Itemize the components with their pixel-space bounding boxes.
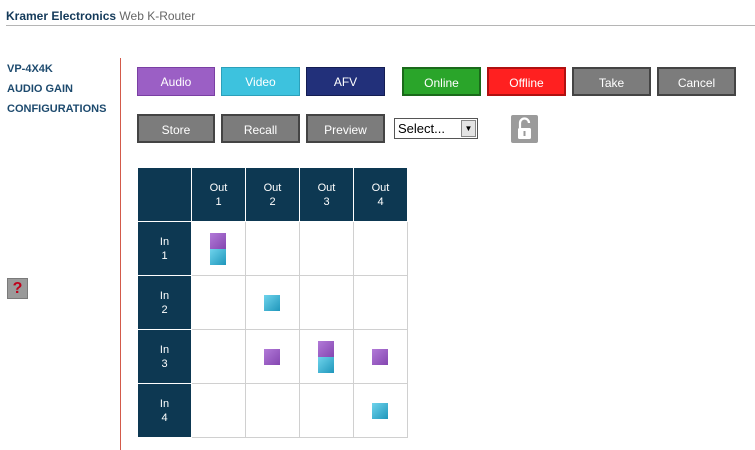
output-header: Out 2: [245, 167, 300, 222]
preview-button[interactable]: Preview: [306, 114, 385, 143]
matrix-corner: [137, 167, 192, 222]
matrix-cell[interactable]: [191, 329, 246, 384]
matrix-cell[interactable]: [353, 383, 408, 438]
header-divider: [6, 25, 755, 26]
sidebar-item-configurations[interactable]: CONFIGURATIONS: [7, 99, 106, 119]
input-header: In 2: [137, 275, 192, 330]
matrix-cell[interactable]: [299, 329, 354, 384]
output-header: Out 3: [299, 167, 354, 222]
video-route-marker: [372, 403, 388, 419]
preset-select-value: Select...: [398, 121, 445, 136]
matrix-cell[interactable]: [353, 221, 408, 276]
cancel-button[interactable]: Cancel: [657, 67, 736, 96]
matrix-cell[interactable]: [299, 275, 354, 330]
app-subtitle: Web K-Router: [119, 9, 196, 23]
video-route-marker: [264, 295, 280, 311]
brand-name: Kramer Electronics: [6, 9, 117, 23]
input-header: In 4: [137, 383, 192, 438]
output-header: Out 1: [191, 167, 246, 222]
matrix-cell[interactable]: [353, 329, 408, 384]
matrix-cell[interactable]: [245, 275, 300, 330]
sidebar-item-audio-gain[interactable]: AUDIO GAIN: [7, 79, 106, 99]
chevron-down-icon[interactable]: ▼: [461, 120, 476, 137]
video-route-marker: [318, 357, 334, 373]
matrix-cell[interactable]: [245, 329, 300, 384]
online-button[interactable]: Online: [402, 67, 481, 96]
store-button[interactable]: Store: [137, 114, 215, 143]
audio-route-marker: [372, 349, 388, 365]
matrix-cell[interactable]: [299, 383, 354, 438]
sidebar: VP-4X4K AUDIO GAIN CONFIGURATIONS: [7, 59, 106, 119]
sidebar-divider: [120, 58, 121, 450]
audio-button[interactable]: Audio: [137, 67, 215, 96]
lock-icon[interactable]: [511, 115, 538, 143]
matrix-cell[interactable]: [245, 383, 300, 438]
output-header: Out 4: [353, 167, 408, 222]
matrix-cell[interactable]: [191, 221, 246, 276]
app-header: Kramer Electronics Web K-Router: [6, 9, 195, 23]
video-route-marker: [210, 249, 226, 265]
routing-matrix: Out 1 Out 2 Out 3 Out 4 In 1 In 2 In 3 In 4: [137, 167, 408, 438]
sidebar-item-device[interactable]: VP-4X4K: [7, 59, 106, 79]
take-button[interactable]: Take: [572, 67, 651, 96]
audio-route-marker: [318, 341, 334, 357]
afv-button[interactable]: AFV: [306, 67, 385, 96]
matrix-cell[interactable]: [191, 275, 246, 330]
offline-button[interactable]: Offline: [487, 67, 566, 96]
recall-button[interactable]: Recall: [221, 114, 300, 143]
input-header: In 3: [137, 329, 192, 384]
matrix-cell[interactable]: [353, 275, 408, 330]
matrix-cell[interactable]: [299, 221, 354, 276]
help-icon[interactable]: ?: [7, 278, 28, 299]
audio-route-marker: [210, 233, 226, 249]
matrix-cell[interactable]: [191, 383, 246, 438]
audio-route-marker: [264, 349, 280, 365]
preset-select[interactable]: Select... ▼: [394, 118, 478, 139]
video-button[interactable]: Video: [221, 67, 300, 96]
input-header: In 1: [137, 221, 192, 276]
matrix-cell[interactable]: [245, 221, 300, 276]
